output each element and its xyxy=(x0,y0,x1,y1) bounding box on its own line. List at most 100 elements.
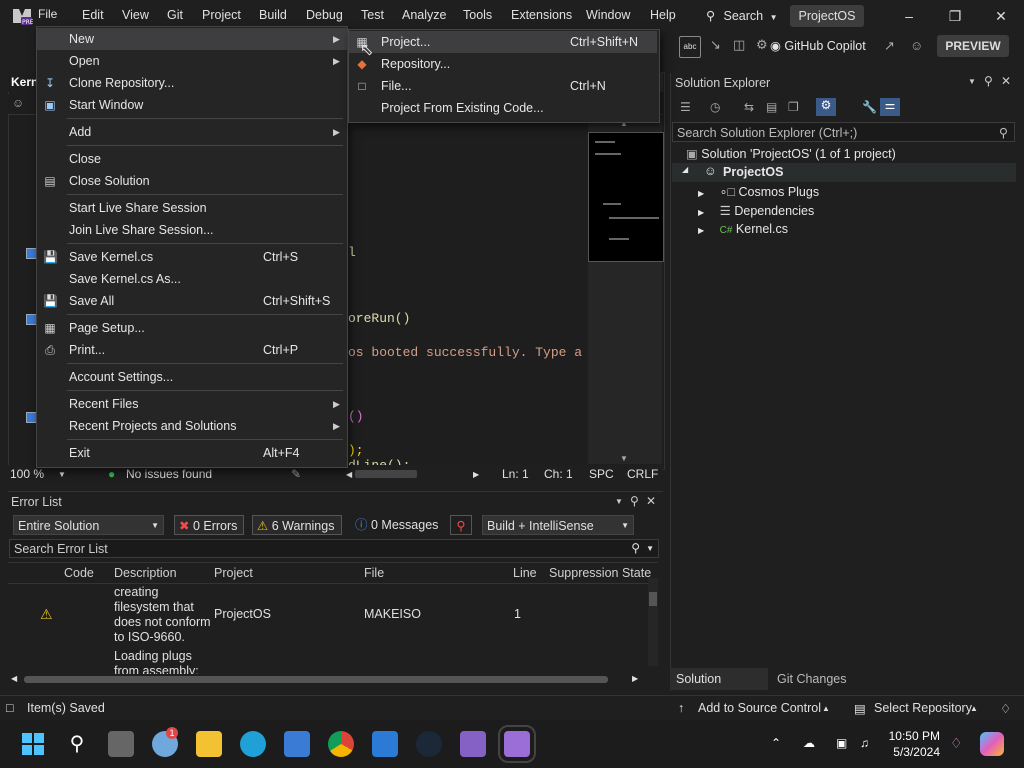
menu-item-account-settings[interactable]: Account Settings... xyxy=(37,366,347,388)
menu-item-new-project[interactable]: ▦ Project... Ctrl+Shift+N xyxy=(349,31,657,53)
menu-extensions[interactable]: Extensions xyxy=(511,8,572,22)
collapsed-arrow-icon[interactable]: ▶ xyxy=(698,226,704,235)
select-repository-button[interactable]: Select Repository xyxy=(874,701,972,715)
scroll-left-icon[interactable]: ◀ xyxy=(346,470,352,479)
menu-item-page-setup[interactable]: ▦ Page Setup... xyxy=(37,317,347,339)
close-icon[interactable]: ✕ xyxy=(992,8,1010,24)
weather-widget-icon[interactable]: 1 xyxy=(152,727,178,757)
vscode-icon[interactable] xyxy=(372,731,398,757)
brush-icon[interactable]: ✎ xyxy=(291,467,301,481)
filter-icon[interactable]: ⚙ xyxy=(816,98,836,116)
feedback-icon[interactable]: ☺ xyxy=(910,38,923,53)
scroll-right-icon[interactable]: ▶ xyxy=(473,470,479,479)
code-minimap[interactable] xyxy=(588,132,664,262)
switch-views-icon[interactable]: ⇆ xyxy=(744,100,754,114)
table-row[interactable]: Loading plugs from assembly: xyxy=(8,648,650,674)
menu-item-close[interactable]: Close xyxy=(37,148,347,170)
pin-icon[interactable]: ⚲ xyxy=(630,494,639,508)
menu-build[interactable]: Build xyxy=(259,8,287,22)
column-project[interactable]: Project xyxy=(214,566,253,580)
menu-item-close-solution[interactable]: ▤ Close Solution xyxy=(37,170,347,192)
collapsed-arrow-icon[interactable]: ▶ xyxy=(698,208,704,217)
menu-item-start-live-share[interactable]: Start Live Share Session xyxy=(37,197,347,219)
menu-item-clone-repository[interactable]: ↧ Clone Repository... xyxy=(37,72,347,94)
column-line[interactable]: Line xyxy=(513,566,537,580)
error-list-search[interactable]: Search Error List ⚲ ▼ xyxy=(9,539,659,558)
zoom-level[interactable]: 100 % xyxy=(10,467,44,481)
spellcheck-icon[interactable]: abc xyxy=(679,36,701,58)
errors-filter-button[interactable]: ✖ 0 Errors xyxy=(174,515,244,535)
tab-git-changes[interactable]: Git Changes xyxy=(777,672,846,686)
menu-item-save-kernel[interactable]: 💾 Save Kernel.cs Ctrl+S xyxy=(37,246,347,268)
scroll-thumb[interactable] xyxy=(649,592,657,606)
error-list-hscroll[interactable]: ◀ ▶ xyxy=(8,673,658,687)
menu-item-open[interactable]: Open ▶ xyxy=(37,50,347,72)
tab-solution-explorer[interactable]: Solution Explorer xyxy=(670,668,768,708)
menu-file[interactable]: File xyxy=(38,7,57,21)
scroll-right-icon[interactable]: ▶ xyxy=(632,674,638,683)
menu-test[interactable]: Test xyxy=(361,8,384,22)
volume-icon[interactable]: ♫ xyxy=(860,736,869,750)
tree-solution[interactable]: ▣ Solution 'ProjectOS' (1 of 1 project) xyxy=(686,146,896,161)
preview-selected-icon[interactable]: ⚌ xyxy=(880,98,900,116)
tree-item-kernel-cs[interactable]: ▶ C# Kernel.cs xyxy=(698,222,788,236)
layout-icon[interactable]: ◫ xyxy=(733,37,751,55)
table-row[interactable]: ⚠ creating filesystem that does not conf… xyxy=(8,583,650,645)
menu-item-start-window[interactable]: ▣ Start Window xyxy=(37,94,347,116)
issues-status[interactable]: No issues found xyxy=(126,467,212,481)
tree-item-cosmos-plugs[interactable]: ▶ ∘□ Cosmos Plugs xyxy=(698,184,819,199)
taskbar-search-icon[interactable]: ⚲ xyxy=(64,731,90,757)
build-filter-dropdown[interactable]: Build + IntelliSense ▼ xyxy=(482,515,634,535)
tree-project[interactable]: ◢ ☺ ProjectOS xyxy=(672,163,1016,182)
error-list-scrollbar[interactable] xyxy=(648,578,658,666)
menu-item-project-from-existing-code[interactable]: Project From Existing Code... xyxy=(349,97,657,119)
whitespace-indicator[interactable]: SPC xyxy=(589,467,614,481)
task-view-icon[interactable] xyxy=(108,731,134,757)
menu-item-add[interactable]: Add ▶ xyxy=(37,121,347,143)
menu-analyze[interactable]: Analyze xyxy=(402,8,446,22)
pin-icon[interactable]: ⚲ xyxy=(984,74,993,88)
chevron-up-icon[interactable]: ⌃ xyxy=(771,736,781,750)
add-source-control-button[interactable]: Add to Source Control xyxy=(698,701,821,715)
steam-icon[interactable] xyxy=(416,731,442,757)
menu-tools[interactable]: Tools xyxy=(463,8,492,22)
global-search-button[interactable]: ⚲ Search ▼ xyxy=(706,6,778,26)
column-description[interactable]: Description xyxy=(114,566,177,580)
cloud-icon[interactable]: ☁ xyxy=(803,736,815,750)
chevron-up-icon[interactable]: ▲ xyxy=(822,704,830,713)
preview-button[interactable]: PREVIEW xyxy=(937,35,1009,57)
chevron-down-icon[interactable]: ▼ xyxy=(615,497,623,506)
microsoft-store-icon[interactable] xyxy=(284,731,310,757)
scope-dropdown[interactable]: Entire Solution ▼ xyxy=(13,515,164,535)
menu-view[interactable]: View xyxy=(122,8,149,22)
show-all-files-icon[interactable]: ❐ xyxy=(788,100,799,114)
expanded-arrow-icon[interactable]: ◢ xyxy=(682,165,688,174)
share-icon[interactable]: ↗ xyxy=(884,38,895,54)
sync-icon[interactable]: ☰ xyxy=(680,100,691,114)
scroll-left-icon[interactable]: ◀ xyxy=(11,674,17,683)
copilot-taskbar-icon[interactable] xyxy=(980,732,1004,756)
wrench-icon[interactable]: 🔧 xyxy=(862,100,877,114)
restore-icon[interactable]: ❐ xyxy=(946,8,964,24)
windows-start-icon[interactable] xyxy=(20,731,46,757)
visual-studio-icon[interactable] xyxy=(460,731,486,757)
chevron-up-icon[interactable]: ▲ xyxy=(970,704,978,713)
solution-explorer-search[interactable]: Search Solution Explorer (Ctrl+;) ⚲ xyxy=(672,122,1015,142)
menu-item-save-kernel-as[interactable]: Save Kernel.cs As... xyxy=(37,268,347,290)
menu-item-new-file[interactable]: □ File... Ctrl+N xyxy=(349,75,657,97)
collapsed-arrow-icon[interactable]: ▶ xyxy=(698,189,704,198)
menu-item-print[interactable]: ⎙ Print... Ctrl+P xyxy=(37,339,347,361)
menu-git[interactable]: Git xyxy=(167,8,183,22)
column-suppression-state[interactable]: Suppression State xyxy=(549,566,651,580)
menu-item-exit[interactable]: Exit Alt+F4 xyxy=(37,442,347,464)
collapse-all-icon[interactable]: ▤ xyxy=(766,100,777,114)
history-icon[interactable]: ◷ xyxy=(710,100,720,114)
menu-item-save-all[interactable]: 💾 Save All Ctrl+Shift+S xyxy=(37,290,347,312)
menu-item-new-repository[interactable]: ◆ Repository... xyxy=(349,53,657,75)
menu-edit[interactable]: Edit xyxy=(82,8,104,22)
file-explorer-icon[interactable] xyxy=(196,731,222,757)
filter-icon[interactable]: ⚲ xyxy=(450,515,472,535)
notification-bell-icon[interactable]: ♢ xyxy=(1000,701,1011,716)
tree-item-dependencies[interactable]: ▶ ☰ Dependencies xyxy=(698,203,814,218)
menu-project[interactable]: Project xyxy=(202,8,241,22)
